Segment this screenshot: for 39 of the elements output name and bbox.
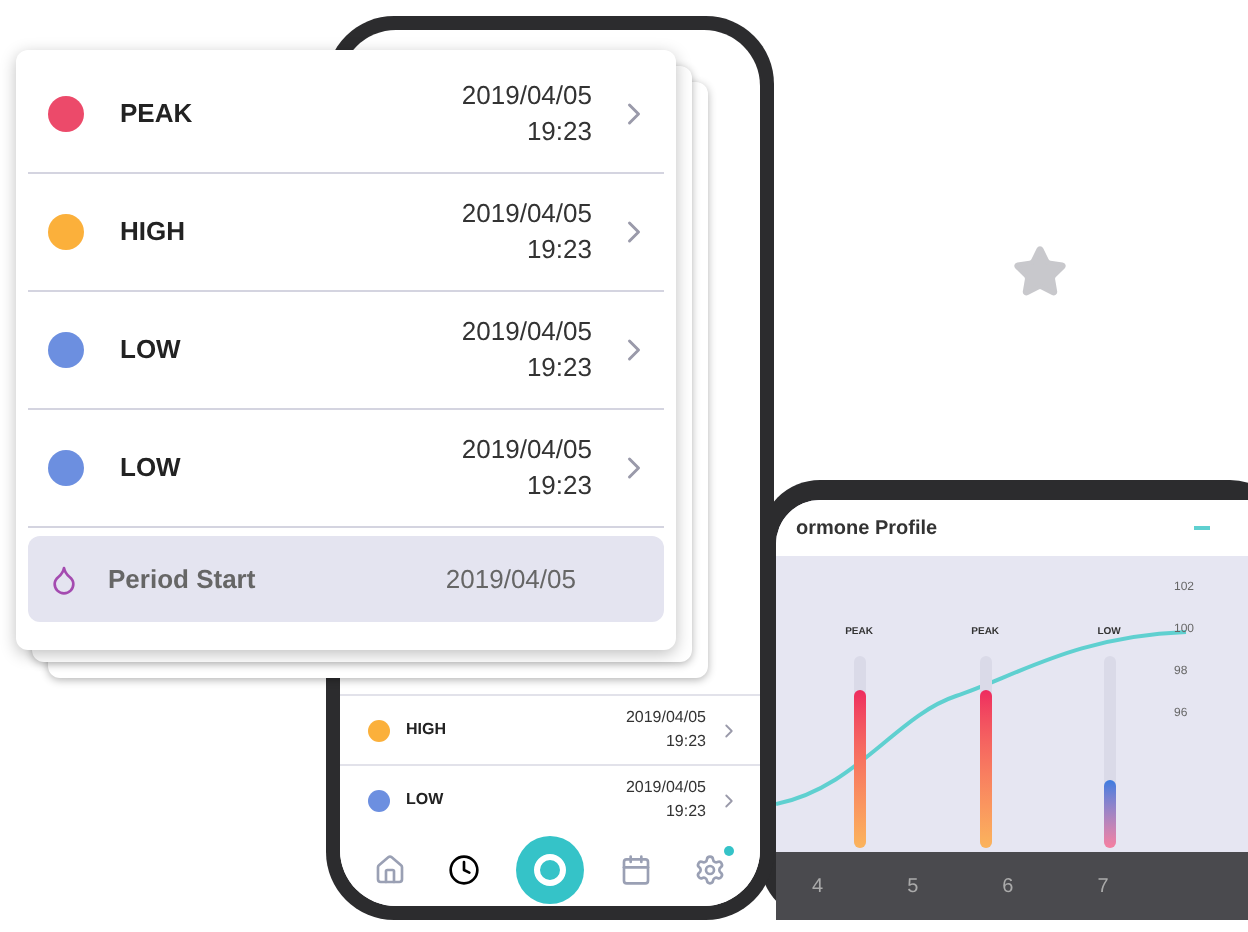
- event-label: Period Start: [108, 561, 258, 598]
- time-text: 19:23: [526, 232, 592, 268]
- settings-icon: [694, 854, 727, 886]
- time-text: 19:23: [665, 730, 706, 754]
- reading-row[interactable]: LOW 2019/04/05 19:23: [28, 292, 664, 410]
- level-label: LOW: [120, 450, 183, 487]
- chart-title: ormone Profile: [796, 515, 940, 543]
- level-label: LOW: [406, 788, 446, 812]
- time-text: 19:23: [526, 114, 592, 150]
- level-label: HIGH: [406, 718, 448, 742]
- home-icon: [373, 854, 406, 886]
- calendar-icon: [620, 854, 653, 886]
- axis-label: 4: [812, 873, 824, 901]
- date-text: 2019/04/05: [445, 561, 576, 598]
- reading-row[interactable]: PEAK 2019/04/05 19:23: [28, 56, 664, 174]
- level-label: LOW: [120, 332, 183, 369]
- reading-row[interactable]: HIGH 2019/04/05 19:23: [340, 694, 760, 764]
- date-text: 2019/04/05: [461, 432, 592, 468]
- clock-icon: [447, 854, 480, 886]
- date-text: 2019/04/05: [461, 196, 592, 232]
- time-text: 19:23: [665, 800, 706, 824]
- axis-label: 6: [1002, 873, 1014, 901]
- time-text: 19:23: [526, 350, 592, 386]
- level-label: PEAK: [120, 96, 195, 133]
- reading-row[interactable]: LOW 2019/04/05 19:23: [28, 410, 664, 528]
- ring-icon: [533, 854, 566, 886]
- axis-label: 7: [1097, 873, 1109, 901]
- period-row[interactable]: Period Start 2019/04/05: [28, 536, 664, 622]
- level-label: HIGH: [120, 214, 187, 251]
- axis-label: 5: [907, 873, 919, 901]
- star-icon: [1012, 244, 1068, 300]
- drop-icon: [48, 563, 80, 595]
- time-text: 19:23: [526, 468, 592, 504]
- date-text: 2019/04/05: [461, 78, 592, 114]
- date-text: 2019/04/05: [625, 706, 706, 730]
- date-text: 2019/04/05: [461, 314, 592, 350]
- reading-row[interactable]: HIGH 2019/04/05 19:23: [28, 174, 664, 292]
- record-button[interactable]: [515, 836, 584, 904]
- date-text: 2019/04/05: [625, 776, 706, 800]
